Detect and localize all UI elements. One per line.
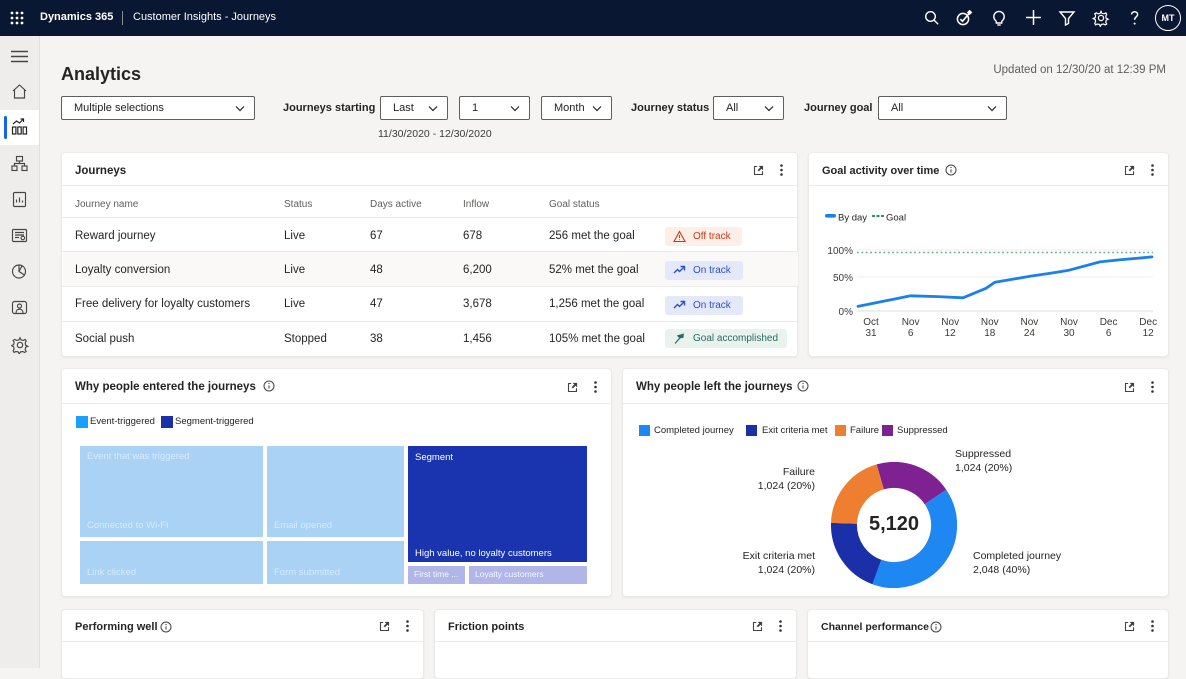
svg-text:Nov: Nov: [981, 317, 999, 328]
svg-text:Nov: Nov: [902, 317, 920, 328]
svg-text:Nov: Nov: [1021, 317, 1039, 328]
svg-text:Goal: Goal: [886, 213, 906, 224]
svg-text:12: 12: [945, 328, 957, 339]
svg-text:6: 6: [908, 328, 914, 339]
svg-text:Nov: Nov: [1060, 317, 1078, 328]
svg-text:Nov: Nov: [941, 317, 959, 328]
svg-text:31: 31: [865, 328, 877, 339]
svg-text:100%: 100%: [827, 246, 853, 257]
svg-text:18: 18: [984, 328, 996, 339]
svg-text:24: 24: [1024, 328, 1036, 339]
svg-text:By day: By day: [838, 213, 867, 224]
svg-text:0%: 0%: [839, 307, 854, 318]
svg-text:Dec: Dec: [1139, 317, 1157, 328]
svg-text:Oct: Oct: [863, 317, 879, 328]
svg-text:Dec: Dec: [1100, 317, 1118, 328]
svg-text:6: 6: [1106, 328, 1112, 339]
svg-text:50%: 50%: [833, 273, 853, 284]
svg-text:30: 30: [1063, 328, 1075, 339]
svg-text:12: 12: [1143, 328, 1155, 339]
